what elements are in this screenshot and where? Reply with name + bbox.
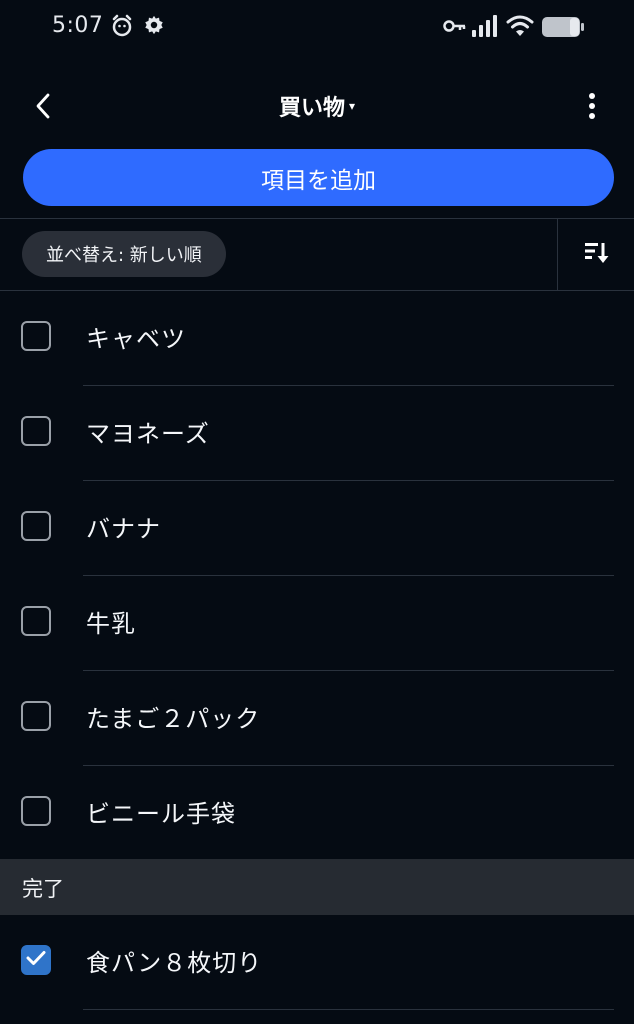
app-bar: 買い物 ▾ (0, 80, 634, 136)
dropdown-caret-icon: ▾ (348, 99, 356, 113)
item-checkbox[interactable] (21, 701, 51, 731)
battery-icon (541, 16, 585, 42)
list-item[interactable]: たまご２パック (0, 671, 634, 766)
more-vert-icon (588, 92, 596, 124)
more-options-button[interactable] (572, 88, 612, 128)
checkmark-icon (26, 950, 46, 970)
item-checkbox[interactable] (21, 606, 51, 636)
row-divider (83, 1009, 614, 1010)
list-item-done[interactable]: 食パン８枚切り (0, 915, 634, 1010)
item-label: ビニール手袋 (86, 800, 236, 828)
add-item-button[interactable]: 項目を追加 (23, 149, 614, 206)
list-item[interactable]: バナナ (0, 481, 634, 576)
sort-chip[interactable]: 並べ替え: 新しい順 (22, 231, 226, 277)
list-item[interactable]: ビニール手袋 (0, 766, 634, 861)
gear-icon (143, 14, 165, 40)
item-label: マヨネーズ (86, 420, 210, 448)
section-header-label: 完了 (22, 877, 64, 901)
wifi-icon (506, 14, 534, 42)
key-icon (443, 18, 467, 38)
list-title-dropdown[interactable]: 買い物 ▾ (0, 90, 634, 122)
item-label: たまご２パック (86, 705, 261, 733)
sort-direction-button[interactable] (557, 219, 634, 290)
alarm-icon (110, 14, 134, 42)
status-bar: 5:07 (0, 0, 634, 56)
item-checkbox[interactable] (21, 321, 51, 351)
item-checkbox[interactable] (21, 796, 51, 826)
signal-icon (471, 14, 497, 42)
item-checkbox[interactable] (21, 511, 51, 541)
status-time: 5:07 (52, 13, 104, 38)
item-checkbox-checked[interactable] (21, 945, 51, 975)
item-label: キャベツ (86, 325, 186, 353)
divider-top (0, 218, 634, 219)
list-item[interactable]: マヨネーズ (0, 386, 634, 481)
done-section-header[interactable]: 完了 (0, 859, 634, 915)
sort-descending-icon (584, 241, 610, 269)
item-checkbox[interactable] (21, 416, 51, 446)
list-item[interactable]: キャベツ (0, 291, 634, 386)
list-title: 買い物 (278, 96, 345, 121)
item-label: 牛乳 (86, 610, 136, 638)
item-label: バナナ (86, 515, 161, 543)
list-item[interactable]: 牛乳 (0, 576, 634, 671)
item-label: 食パン８枚切り (86, 949, 263, 977)
